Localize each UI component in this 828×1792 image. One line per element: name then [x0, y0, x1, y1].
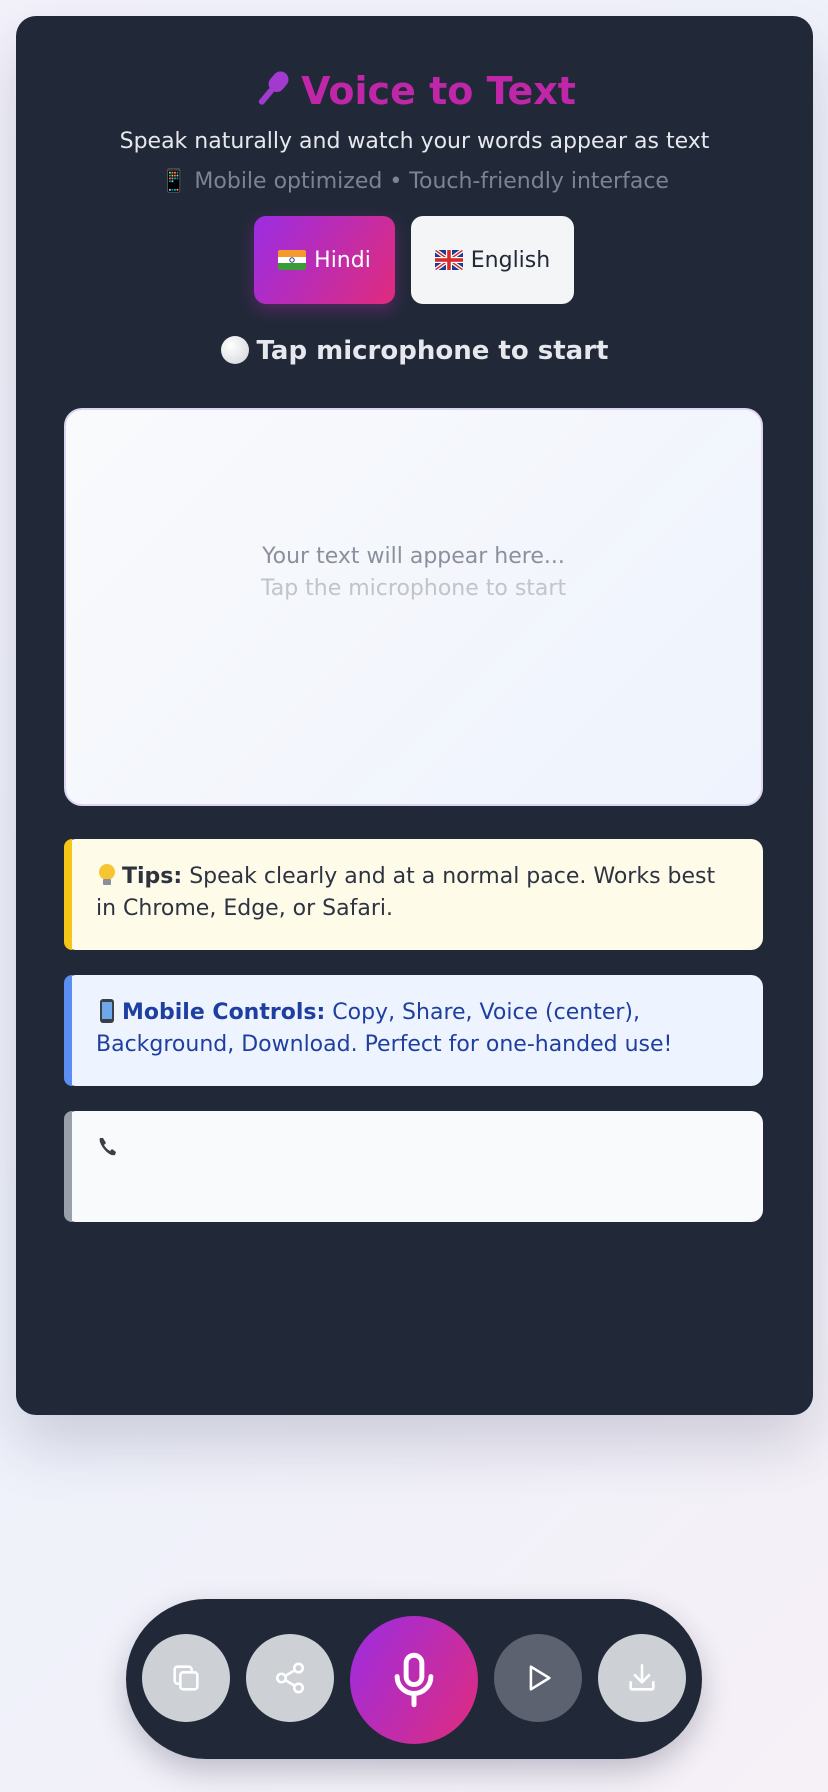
status-text: Tap microphone to start [256, 336, 609, 366]
status-indicator: Tap microphone to start [16, 336, 813, 366]
hindi-language-button[interactable]: Hindi [254, 216, 395, 304]
lightbulb-icon [99, 864, 115, 885]
tips-label: Tips: [122, 864, 183, 889]
microphone-icon [258, 71, 289, 105]
page-title: Voice to Text [16, 66, 813, 116]
mobile-controls-box: Mobile Controls: Copy, Share, Voice (cen… [64, 975, 763, 1086]
voice-record-button[interactable] [350, 1616, 478, 1744]
phone-info-box [64, 1111, 763, 1222]
copy-icon [173, 1665, 199, 1691]
mobile-phone-icon [100, 999, 114, 1023]
page-title-text: Voice to Text [301, 69, 576, 113]
english-language-button[interactable]: English [411, 216, 574, 304]
transcript-placeholder-hint: Tap the microphone to start [260, 576, 567, 601]
india-flag-icon [278, 250, 307, 270]
copy-button[interactable] [142, 1634, 230, 1722]
main-card: Voice to Text Speak naturally and watch … [16, 16, 813, 1415]
share-button[interactable] [246, 1634, 334, 1722]
transcript-area[interactable]: Your text will appear here... Tap the mi… [64, 408, 763, 806]
telephone-icon [99, 1138, 116, 1156]
play-button[interactable] [494, 1634, 582, 1722]
subtitle-secondary: 📱 Mobile optimized • Touch-friendly inte… [160, 169, 669, 194]
mobile-controls-label: Mobile Controls: [122, 1000, 326, 1025]
share-icon [275, 1662, 305, 1694]
status-dot-icon [220, 336, 249, 364]
tips-text: Speak clearly and at a normal pace. Work… [96, 864, 716, 921]
download-icon [629, 1663, 655, 1691]
english-language-label: English [470, 247, 551, 273]
uk-flag-icon [434, 250, 463, 270]
bottom-toolbar [126, 1599, 702, 1759]
microphone-icon [394, 1652, 434, 1708]
transcript-placeholder: Your text will appear here... [262, 544, 565, 569]
tips-box: Tips: Speak clearly and at a normal pace… [64, 839, 763, 950]
download-button[interactable] [598, 1634, 686, 1722]
hindi-language-label: Hindi [314, 247, 371, 273]
play-icon [529, 1665, 551, 1691]
subtitle: Speak naturally and watch your words app… [119, 129, 710, 154]
